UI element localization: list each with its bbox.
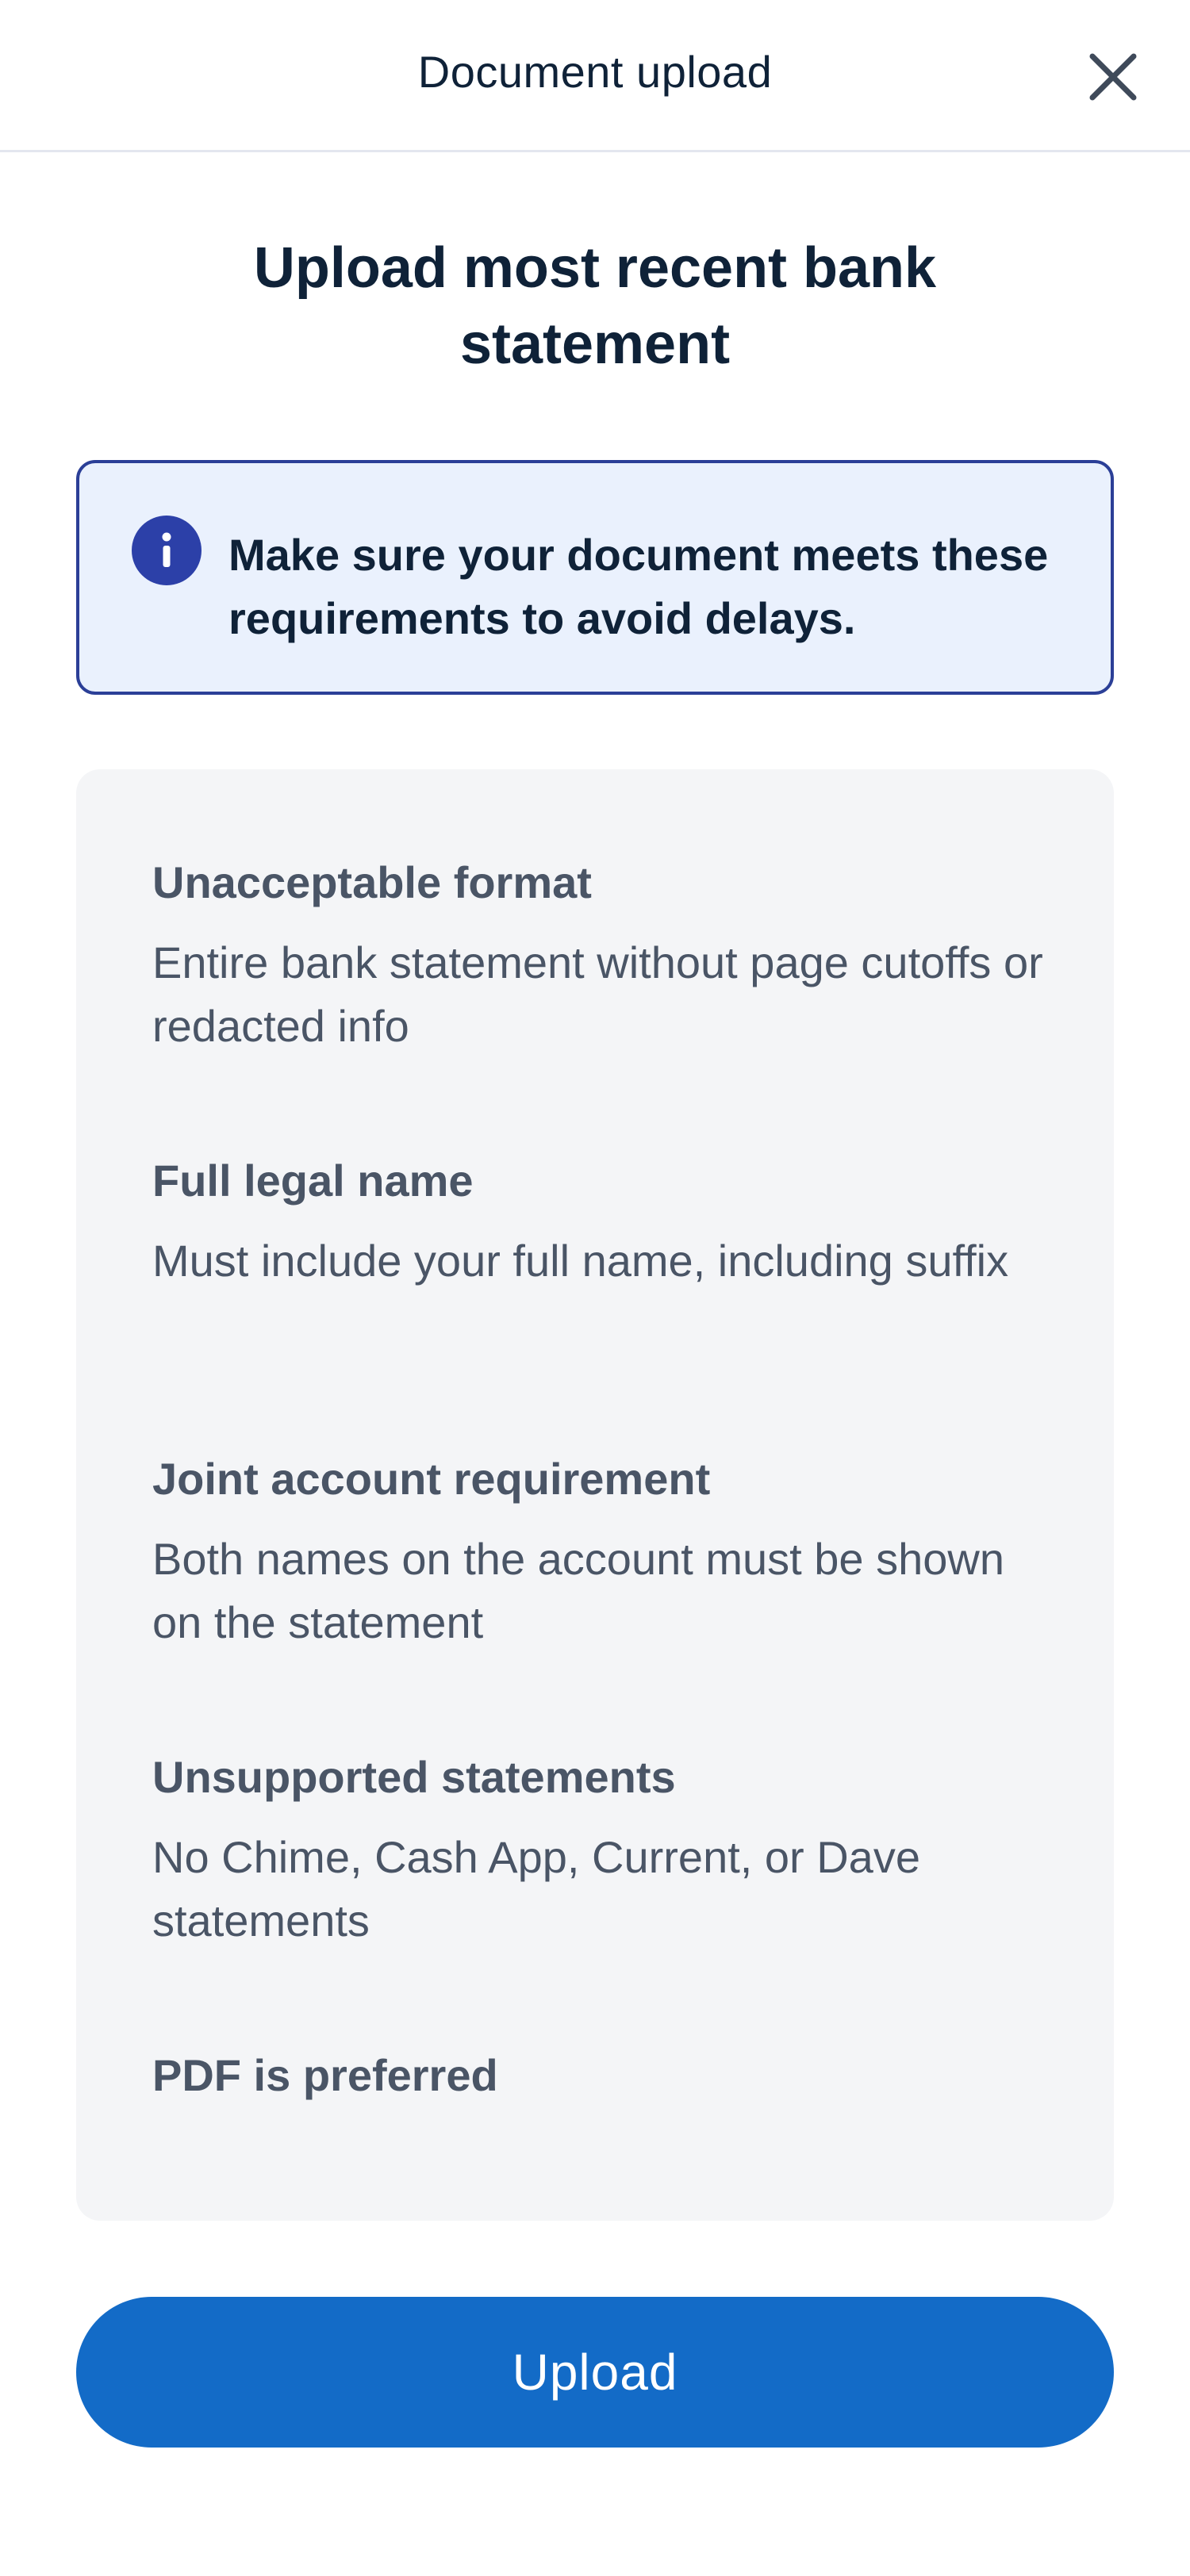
requirement-pdf-preferred: PDF is preferred xyxy=(152,2048,1057,2103)
requirement-heading: PDF is preferred xyxy=(152,2050,498,2100)
info-icon xyxy=(132,516,202,585)
requirement-description: Must include your full name, including s… xyxy=(152,1236,1009,1286)
requirement-description: Both names on the account must be shown … xyxy=(152,1534,1004,1647)
close-icon xyxy=(1089,53,1137,101)
header-title: Document upload xyxy=(417,47,773,97)
requirement-description: No Chime, Cash App, Current, or Dave sta… xyxy=(152,1832,920,1945)
top-bar: Document upload xyxy=(0,0,1190,152)
requirement-heading: Unsupported statements xyxy=(152,1752,676,1802)
requirement-heading: Joint account requirement xyxy=(152,1454,711,1504)
notice-text: Make sure your document meets these requ… xyxy=(228,530,1049,643)
requirements-panel: Unacceptable format Entire bank statemen… xyxy=(76,769,1114,2221)
page-title: Upload most recent bank statement xyxy=(253,236,937,376)
requirement-heading: Unacceptable format xyxy=(152,857,592,907)
requirement-description: Entire bank statement without page cutof… xyxy=(152,937,1043,1051)
requirement-full-legal-name: Full legal name Must include your full n… xyxy=(152,1153,1057,1293)
requirement-joint-account: Joint account requirement Both names on … xyxy=(152,1451,1057,1654)
close-button[interactable] xyxy=(1077,41,1149,113)
requirement-heading: Full legal name xyxy=(152,1156,474,1206)
requirement-unsupported-statements: Unsupported statements No Chime, Cash Ap… xyxy=(152,1750,1057,1953)
requirement-unacceptable-format: Unacceptable format Entire bank statemen… xyxy=(152,855,1057,1058)
info-notice: Make sure your document meets these requ… xyxy=(76,460,1114,695)
upload-button[interactable]: Upload xyxy=(76,2297,1114,2448)
document-upload-sheet: Document upload Upload most recent bank … xyxy=(0,0,1190,2576)
